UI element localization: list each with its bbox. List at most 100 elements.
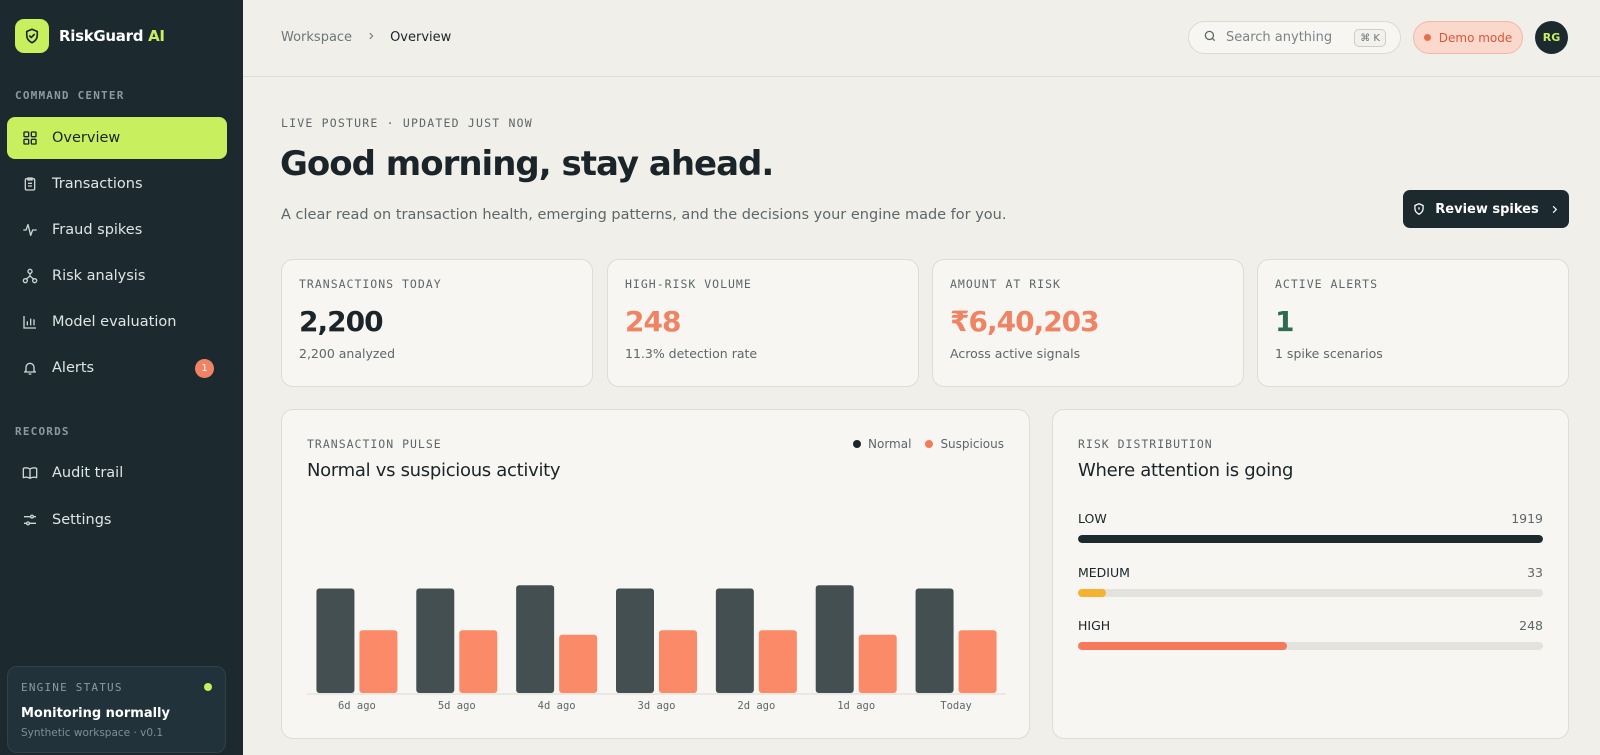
book-icon (21, 464, 39, 482)
panel-label: RISK DISTRIBUTION (1078, 437, 1213, 451)
sidebar: RiskGuard AI COMMAND CENTER Overview Tra… (0, 0, 243, 755)
sidebar-item-label: Model evaluation (52, 314, 177, 330)
sliders-icon (21, 511, 39, 529)
bar-suspicious (359, 630, 398, 693)
stat-card-active-alerts: ACTIVE ALERTS 1 1 spike scenarios (1257, 259, 1569, 387)
network-icon (21, 267, 39, 285)
section-label-records: RECORDS (15, 425, 70, 438)
engine-version: Synthetic workspace · v0.1 (21, 727, 164, 739)
stat-value: 1 (1275, 305, 1294, 338)
breadcrumb: Workspace Overview (281, 30, 451, 45)
bell-icon (21, 359, 39, 377)
risk-row-low: LOW 1919 (1078, 511, 1543, 543)
bar-chart-icon (21, 313, 39, 331)
risk-track (1078, 535, 1543, 543)
chevron-right-icon (366, 30, 376, 45)
stat-value: 2,200 (299, 305, 384, 338)
sidebar-item-audit-trail[interactable]: Audit trail (7, 452, 227, 494)
bar-normal (715, 588, 754, 693)
risk-name: HIGH (1078, 618, 1111, 633)
x-tick-label: 1d ago (837, 700, 875, 712)
search-input[interactable]: Search anything ⌘ K (1188, 21, 1401, 54)
stat-sub: 1 spike scenarios (1275, 346, 1383, 361)
sidebar-item-model-evaluation[interactable]: Model evaluation (7, 301, 227, 343)
brand[interactable]: RiskGuard AI (15, 19, 165, 53)
bar-normal (815, 585, 854, 693)
bar-suspicious (659, 630, 697, 693)
risk-row-high: HIGH 248 (1078, 618, 1543, 650)
bar-normal (915, 588, 954, 693)
chevron-right-icon (1549, 204, 1560, 215)
bar-normal (416, 588, 455, 693)
avatar[interactable]: RG (1535, 21, 1568, 54)
x-tick-label: 3d ago (638, 700, 676, 712)
activity-icon (21, 221, 39, 239)
transaction-pulse-panel: TRANSACTION PULSE Normal vs suspicious a… (281, 409, 1030, 739)
sidebar-item-settings[interactable]: Settings (7, 499, 227, 541)
sidebar-item-risk-analysis[interactable]: Risk analysis (7, 255, 227, 297)
stat-card-amount-at-risk: AMOUNT AT RISK ₹6,40,203 Across active s… (932, 259, 1244, 387)
risk-name: LOW (1078, 511, 1107, 526)
breadcrumb-workspace[interactable]: Workspace (281, 30, 352, 45)
sidebar-item-alerts[interactable]: Alerts 1 (7, 347, 227, 389)
bar-suspicious (758, 630, 797, 693)
bar-normal (616, 588, 654, 693)
risk-bar-fill (1078, 535, 1543, 543)
section-label-command: COMMAND CENTER (15, 89, 125, 102)
bar-normal (516, 585, 555, 693)
review-spikes-button[interactable]: Review spikes (1403, 190, 1569, 228)
bar-suspicious (858, 634, 897, 693)
sidebar-item-label: Transactions (52, 176, 143, 192)
stat-card-transactions: TRANSACTIONS TODAY 2,200 2,200 analyzed (281, 259, 593, 387)
page-title: Good morning, stay ahead. (280, 144, 774, 184)
x-tick-label: 2d ago (737, 700, 775, 712)
risk-count: 248 (1519, 618, 1543, 633)
demo-mode-button[interactable]: Demo mode (1413, 21, 1523, 54)
stat-sub: 2,200 analyzed (299, 346, 396, 361)
risk-name: MEDIUM (1078, 565, 1130, 580)
status-dot-icon (204, 683, 212, 691)
shield-icon (1412, 202, 1426, 216)
sidebar-item-label: Risk analysis (52, 268, 146, 284)
engine-status-card: ENGINE STATUS Monitoring normally Synthe… (7, 666, 226, 753)
risk-bar-fill (1078, 642, 1288, 650)
sidebar-item-overview[interactable]: Overview (7, 117, 227, 159)
topbar: Workspace Overview Search anything ⌘ K D… (243, 0, 1600, 77)
search-icon (1203, 28, 1217, 47)
bar-suspicious (459, 630, 498, 693)
sidebar-item-label: Alerts (52, 360, 95, 376)
x-tick-label: 5d ago (438, 700, 476, 712)
sidebar-item-fraud-spikes[interactable]: Fraud spikes (7, 209, 227, 251)
stat-sub: Across active signals (950, 346, 1081, 361)
risk-count: 33 (1527, 565, 1543, 580)
page-subtitle: A clear read on transaction health, emer… (281, 207, 1007, 223)
sidebar-item-label: Overview (52, 130, 121, 146)
sidebar-item-label: Audit trail (52, 465, 124, 481)
sidebar-item-label: Settings (52, 512, 112, 528)
pulse-bar-chart: 6d ago 5d ago 4d ago 3d ago 2d ago 1d ago Toda… (307, 585, 1006, 712)
demo-dot-icon (1423, 34, 1431, 41)
breadcrumb-current: Overview (390, 30, 452, 45)
engine-status-text: Monitoring normally (21, 706, 170, 721)
x-tick-label: 6d ago (338, 700, 376, 712)
review-spikes-label: Review spikes (1435, 201, 1539, 217)
shield-icon (15, 19, 49, 53)
panel-title: Where attention is going (1078, 460, 1294, 481)
risk-track (1078, 642, 1543, 650)
brand-name: RiskGuard AI (59, 27, 165, 45)
stat-label: ACTIVE ALERTS (1275, 277, 1379, 291)
sidebar-item-transactions[interactable]: Transactions (7, 163, 227, 205)
engine-status-label: ENGINE STATUS (21, 681, 123, 694)
search-placeholder: Search anything (1226, 30, 1333, 45)
stat-label: TRANSACTIONS TODAY (299, 277, 442, 291)
bar-suspicious (958, 630, 997, 693)
risk-track (1078, 589, 1543, 597)
x-tick-label: 4d ago (538, 700, 576, 712)
risk-distribution-panel: RISK DISTRIBUTION Where attention is goi… (1052, 409, 1569, 739)
grid-icon (21, 129, 39, 147)
bar-normal (316, 588, 355, 693)
sidebar-item-label: Fraud spikes (52, 222, 143, 238)
x-tick-label: Today (940, 700, 972, 712)
search-shortcut: ⌘ K (1354, 29, 1386, 47)
stat-card-high-risk: HIGH-RISK VOLUME 248 11.3% detection rat… (607, 259, 919, 387)
